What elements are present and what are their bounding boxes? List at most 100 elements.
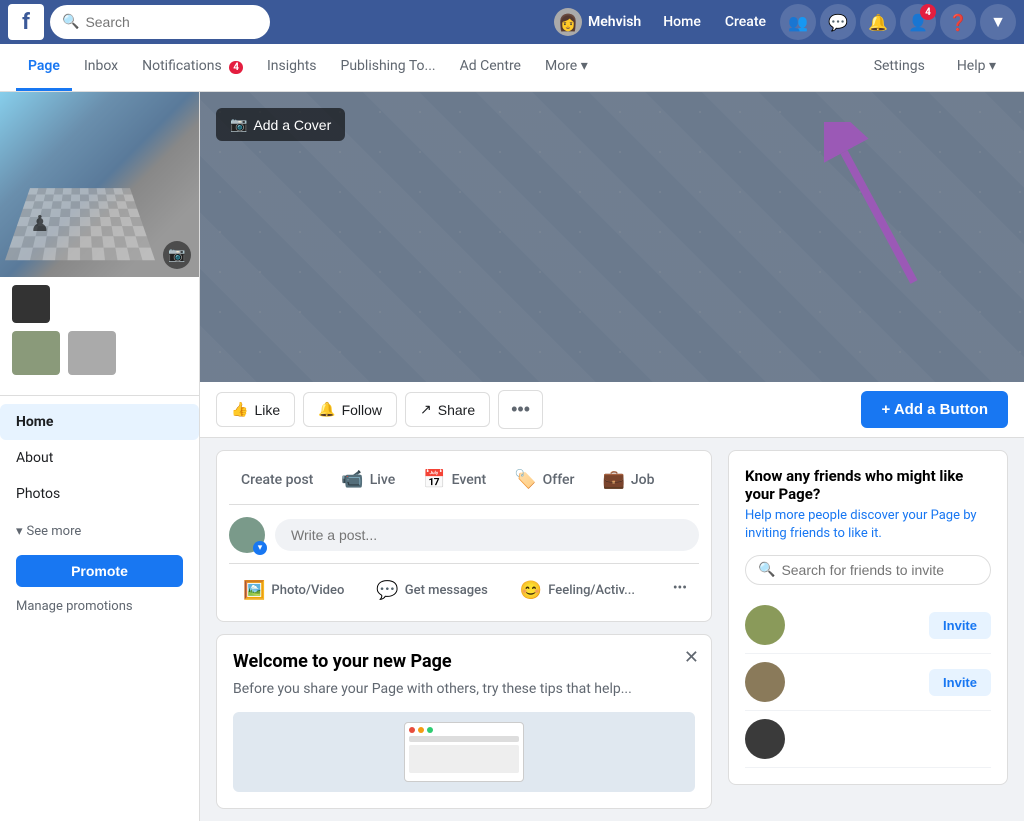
chevron-down-icon: ▼ bbox=[990, 12, 1006, 32]
follow-icon: 🔔 bbox=[318, 401, 335, 418]
see-more-link[interactable]: ▾ See more bbox=[0, 516, 199, 547]
post-actions-row: 🖼️ Photo/Video 💬 Get messages 😊 Feeling/… bbox=[229, 563, 699, 609]
chess-figure: ♟ bbox=[30, 212, 50, 237]
top-search-bar: 🔍 bbox=[50, 5, 270, 39]
tab-settings[interactable]: Settings bbox=[862, 44, 937, 91]
user-profile-nav[interactable]: 👩 Mehvish bbox=[546, 4, 649, 40]
notifications-icon-btn[interactable]: 🔔 bbox=[860, 4, 896, 40]
page-profile-icon bbox=[12, 285, 50, 323]
friend-info-2 bbox=[795, 674, 919, 690]
sidebar-nav: Home About Photos bbox=[0, 400, 199, 516]
event-tab[interactable]: 📅 Event bbox=[411, 463, 498, 496]
welcome-close-button[interactable]: ✕ bbox=[684, 647, 699, 668]
browser-dots bbox=[409, 727, 519, 733]
promote-button[interactable]: Promote bbox=[16, 555, 183, 587]
friend-name-2 bbox=[795, 674, 919, 690]
friend-name-1 bbox=[795, 617, 919, 633]
event-icon: 📅 bbox=[423, 469, 445, 490]
tab-ad-centre[interactable]: Ad Centre bbox=[448, 44, 533, 91]
left-sidebar: ♟ 📷 Home About Photos ▾ See more Promote… bbox=[0, 92, 200, 821]
post-avatar: ▾ bbox=[229, 517, 265, 553]
messenger-icon: 💬 bbox=[828, 13, 848, 32]
friend-requests-badge: 4 bbox=[920, 4, 936, 20]
avatar-dropdown[interactable]: ▾ bbox=[253, 541, 267, 555]
tab-help[interactable]: Help ▾ bbox=[945, 44, 1008, 91]
right-panel: Know any friends who might like your Pag… bbox=[728, 450, 1008, 809]
main-content: 📷 Add a Cover 👍 Like bbox=[200, 92, 1024, 821]
purple-arrow-annotation bbox=[824, 122, 944, 326]
invite-search-input[interactable] bbox=[781, 562, 978, 578]
friend-info-3 bbox=[795, 731, 991, 747]
tab-notifications[interactable]: Notifications 4 bbox=[130, 44, 255, 91]
get-messages-action[interactable]: 💬 Get messages bbox=[362, 572, 502, 609]
bell-icon: 🔔 bbox=[868, 13, 888, 32]
browser-mockup bbox=[404, 722, 524, 782]
help-icon-btn[interactable]: ❓ bbox=[940, 4, 976, 40]
create-post-tab[interactable]: Create post bbox=[229, 463, 325, 496]
avatar: 👩 bbox=[554, 8, 582, 36]
sidebar-item-home[interactable]: Home bbox=[0, 404, 199, 440]
chevron-down-icon-sidebar: ▾ bbox=[16, 524, 23, 539]
sidebar-divider bbox=[0, 395, 199, 396]
invite-button-1[interactable]: Invite bbox=[929, 612, 991, 639]
dropdown-icon-btn[interactable]: ▼ bbox=[980, 4, 1016, 40]
friend-avatar-3 bbox=[745, 719, 785, 759]
profile-thumb-1 bbox=[12, 331, 60, 375]
notifications-badge: 4 bbox=[229, 61, 243, 74]
camera-icon[interactable]: 📷 bbox=[163, 241, 191, 269]
content-area: Create post 📹 Live 📅 Event 🏷️ Offer bbox=[200, 438, 1024, 821]
friend-requests-icon-btn[interactable]: 👤 4 bbox=[900, 4, 936, 40]
post-input-field[interactable] bbox=[275, 519, 699, 551]
invite-search-icon: 🔍 bbox=[758, 562, 775, 578]
share-icon: ↗ bbox=[420, 401, 432, 418]
search-input[interactable] bbox=[85, 14, 258, 30]
page-tabs-bar: Page Inbox Notifications 4 Insights Publ… bbox=[0, 44, 1024, 92]
live-icon: 📹 bbox=[341, 469, 363, 490]
emoji-icon: 😊 bbox=[520, 580, 542, 601]
invite-title: Know any friends who might like your Pag… bbox=[745, 467, 991, 503]
sidebar-item-photos[interactable]: Photos bbox=[0, 476, 199, 512]
messages-icon: 💬 bbox=[376, 580, 398, 601]
tab-more[interactable]: More ▾ bbox=[533, 44, 600, 91]
tab-publishing[interactable]: Publishing To... bbox=[329, 44, 448, 91]
job-tab[interactable]: 💼 Job bbox=[590, 463, 666, 496]
sidebar-item-about[interactable]: About bbox=[0, 440, 199, 476]
feeling-activity-action[interactable]: 😊 Feeling/Activ... bbox=[506, 572, 649, 609]
welcome-text: Before you share your Page with others, … bbox=[233, 680, 695, 700]
post-more-button[interactable]: ••• bbox=[661, 572, 699, 609]
more-options-button[interactable]: ••• bbox=[498, 390, 543, 429]
manage-promotions-link[interactable]: Manage promotions bbox=[0, 595, 199, 626]
offer-tab[interactable]: 🏷️ Offer bbox=[502, 463, 586, 496]
like-button[interactable]: 👍 Like bbox=[216, 392, 295, 427]
friends-icon-btn[interactable]: 👥 bbox=[780, 4, 816, 40]
create-nav-link[interactable]: Create bbox=[715, 8, 776, 36]
question-icon: ❓ bbox=[948, 13, 968, 32]
page-thumbnail: ♟ 📷 bbox=[0, 92, 199, 277]
chess-pattern bbox=[5, 188, 155, 260]
home-nav-link[interactable]: Home bbox=[653, 8, 711, 36]
tab-page[interactable]: Page bbox=[16, 44, 72, 91]
share-button[interactable]: ↗ Share bbox=[405, 392, 490, 427]
welcome-illustration bbox=[233, 712, 695, 792]
messenger-icon-btn[interactable]: 💬 bbox=[820, 4, 856, 40]
friend-avatar-2 bbox=[745, 662, 785, 702]
live-tab[interactable]: 📹 Live bbox=[329, 463, 407, 496]
invite-button-2[interactable]: Invite bbox=[929, 669, 991, 696]
friend-info-1 bbox=[795, 617, 919, 633]
search-icon: 🔍 bbox=[62, 14, 79, 30]
offer-icon: 🏷️ bbox=[514, 469, 536, 490]
action-bar: 👍 Like 🔔 Follow ↗ Share ••• + Add a Butt… bbox=[200, 382, 1024, 438]
nav-right-actions: 👩 Mehvish Home Create 👥 💬 🔔 👤 4 ❓ ▼ bbox=[546, 4, 1016, 40]
page-profile-area bbox=[0, 277, 199, 391]
add-a-button-cta[interactable]: + Add a Button bbox=[861, 391, 1008, 428]
camera-cover-icon: 📷 bbox=[230, 116, 247, 133]
tab-inbox[interactable]: Inbox bbox=[72, 44, 130, 91]
add-cover-button[interactable]: 📷 Add a Cover bbox=[216, 108, 345, 141]
photo-video-icon: 🖼️ bbox=[243, 580, 265, 601]
facebook-logo[interactable]: f bbox=[8, 4, 44, 40]
main-layout: ♟ 📷 Home About Photos ▾ See more Promote… bbox=[0, 92, 1024, 821]
follow-button[interactable]: 🔔 Follow bbox=[303, 392, 397, 427]
post-type-tabs: Create post 📹 Live 📅 Event 🏷️ Offer bbox=[229, 463, 699, 505]
photo-video-action[interactable]: 🖼️ Photo/Video bbox=[229, 572, 358, 609]
tab-insights[interactable]: Insights bbox=[255, 44, 329, 91]
